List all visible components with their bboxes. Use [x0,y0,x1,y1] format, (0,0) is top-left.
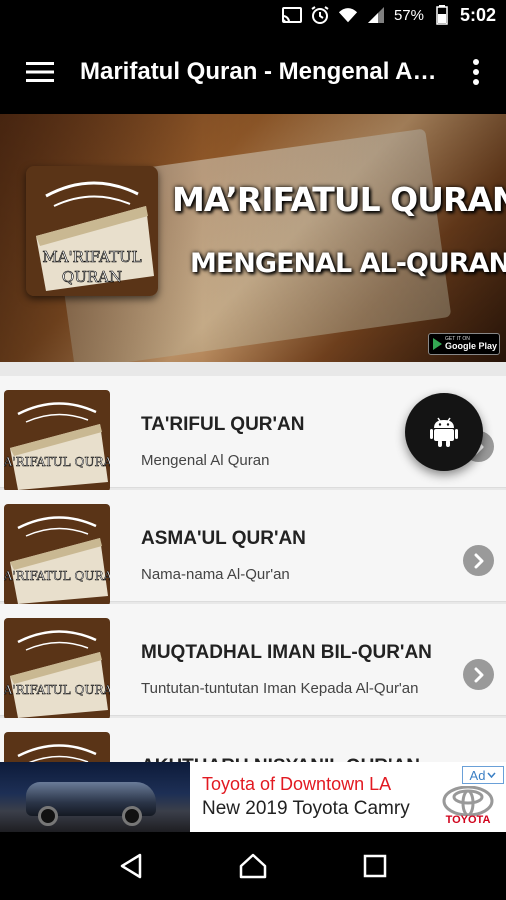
more-vert-icon[interactable] [446,30,506,114]
header-banner: MA'RIFATUL QURAN MA’RIFATUL QURAN MENGEN… [0,114,506,362]
chapter-thumbnail: MA'RIFATUL QURAN [4,390,110,492]
recents-icon[interactable] [355,846,395,886]
svg-text:MA'RIFATUL: MA'RIFATUL [42,248,141,266]
car-image [0,762,190,832]
list-item-title: MUQTADHAL IMAN BIL-QUR'AN [141,642,432,663]
svg-text:QURAN: QURAN [62,268,122,286]
list-item[interactable]: MA'RIFATUL QURAN MUQTADHAL IMAN BIL-QUR'A… [0,604,506,720]
google-play-badge[interactable]: GET IT ON Google Play [428,333,500,355]
banner-subheading: MENGENAL AL-QURAN [190,248,506,279]
app-logo: MA'RIFATUL QURAN [26,166,158,296]
svg-text:MA'RIFATUL QURAN: MA'RIFATUL QURAN [4,455,110,469]
chapter-thumbnail: MA'RIFATUL QURAN [4,504,110,606]
android-fab[interactable] [405,393,483,471]
alarm-icon [310,6,330,24]
list-item-title: ASMA'UL QUR'AN [141,528,306,549]
cast-icon [281,6,302,24]
list-item-subtitle: Nama-nama Al-Qur'an [141,566,290,583]
chevron-down-icon [487,772,497,778]
ad-brand: TOYOTA [445,814,491,826]
ad-banner[interactable]: Toyota of Downtown LA New 2019 Toyota Ca… [0,762,506,832]
list-item[interactable]: MA'RIFATUL QURANAKHTHARU NISYANIL QUR'AN [0,718,506,762]
play-store-icon [433,338,442,350]
ad-choices-badge[interactable]: Ad [462,766,504,784]
list-item[interactable]: MA'RIFATUL QURAN ASMA'UL QUR'AN Nama-nama … [0,490,506,606]
list-item-subtitle: Tuntutan-tuntutan Iman Kepada Al-Qur'an [141,680,419,697]
page-title: Marifatul Quran - Mengenal Al-Quran [80,58,446,85]
chapter-thumbnail: MA'RIFATUL QURAN [4,618,110,720]
banner-heading: MA’RIFATUL QURAN [172,180,506,219]
chevron-right-icon[interactable] [463,659,494,690]
chevron-right-icon[interactable] [463,545,494,576]
chapter-thumbnail: MA'RIFATUL QURAN [4,732,110,762]
ad-title: Toyota of Downtown LA [202,774,392,794]
app-bar: Marifatul Quran - Mengenal Al-Quran [0,30,506,114]
battery-icon [432,5,452,25]
signal-icon [366,6,386,24]
svg-text:MA'RIFATUL QURAN: MA'RIFATUL QURAN [4,683,110,697]
clock: 5:02 [459,4,496,25]
status-bar: 57% 5:02 [0,0,506,30]
hamburger-icon[interactable] [0,30,80,114]
list-item-subtitle: Mengenal Al Quran [141,452,270,469]
system-nav-bar [0,832,506,900]
toyota-logo-icon [442,786,494,816]
android-icon [430,417,458,447]
home-icon[interactable] [233,846,273,886]
svg-text:MA'RIFATUL QURAN: MA'RIFATUL QURAN [4,569,110,583]
ad-subtitle: New 2019 Toyota Camry [202,798,410,819]
wifi-icon [338,6,358,24]
battery-percent: 57% [393,6,424,24]
back-icon[interactable] [111,846,151,886]
